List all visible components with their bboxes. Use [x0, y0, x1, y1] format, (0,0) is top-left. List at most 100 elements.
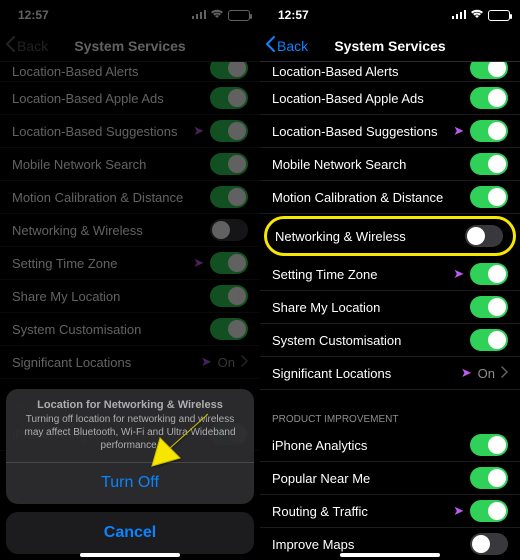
row-label: Routing & Traffic [272, 504, 453, 519]
row-routing-traffic[interactable]: Routing & Traffic ➤ [260, 495, 520, 528]
row-apple-ads[interactable]: Location-Based Apple Ads [260, 82, 520, 115]
toggle-mobile-network[interactable] [210, 153, 248, 175]
row-label: Location-Based Suggestions [12, 124, 193, 139]
highlight-annotation: Networking & Wireless [264, 216, 516, 256]
row-label: Share My Location [272, 300, 470, 315]
toggle-time-zone[interactable] [210, 252, 248, 274]
toggle-popular-near-me[interactable] [470, 467, 508, 489]
toggle-customisation[interactable] [470, 329, 508, 351]
action-sheet: Location for Networking & Wireless Turni… [6, 389, 254, 555]
row-mobile-network[interactable]: Mobile Network Search [0, 148, 260, 181]
row-label: Improve Maps [272, 537, 470, 552]
toggle-iphone-analytics[interactable] [470, 434, 508, 456]
row-label: Setting Time Zone [12, 256, 193, 271]
toggle-improve-maps[interactable] [470, 533, 508, 555]
location-arrow-icon: ➤ [453, 123, 464, 139]
battery-icon [488, 10, 510, 21]
sheet-title: Location for Networking & Wireless [6, 389, 254, 413]
row-label: Motion Calibration & Distance [272, 190, 470, 205]
wifi-icon [210, 8, 224, 22]
back-button[interactable]: Back [266, 36, 308, 55]
wifi-icon [470, 8, 484, 22]
row-label: Significant Locations [12, 355, 201, 370]
status-bar: 12:57 [0, 0, 260, 30]
row-label: Location-Based Alerts [12, 64, 210, 79]
back-label: Back [277, 38, 308, 54]
row-customisation[interactable]: System Customisation [260, 324, 520, 357]
row-label: Significant Locations [272, 366, 461, 381]
toggle-time-zone[interactable] [470, 263, 508, 285]
section-header-product-improvement: PRODUCT IMPROVEMENT [260, 414, 520, 429]
home-indicator[interactable] [340, 553, 440, 557]
home-indicator[interactable] [80, 553, 180, 557]
toggle-networking[interactable] [210, 219, 248, 241]
toggle-share-location[interactable] [210, 285, 248, 307]
row-label: Location-Based Alerts [272, 64, 470, 79]
toggle-apple-ads[interactable] [470, 87, 508, 109]
toggle-suggestions[interactable] [210, 120, 248, 142]
row-mobile-network[interactable]: Mobile Network Search [260, 148, 520, 181]
row-label: iPhone Analytics [272, 438, 470, 453]
chevron-right-icon [241, 355, 248, 370]
toggle-customisation[interactable] [210, 318, 248, 340]
row-label: Mobile Network Search [272, 157, 470, 172]
row-share-location[interactable]: Share My Location [260, 291, 520, 324]
detail-text: On [218, 355, 235, 370]
row-iphone-analytics[interactable]: iPhone Analytics [260, 429, 520, 462]
row-label: System Customisation [272, 333, 470, 348]
chevron-right-icon [501, 366, 508, 381]
row-label: Networking & Wireless [12, 223, 210, 238]
row-share-location[interactable]: Share My Location [0, 280, 260, 313]
toggle-apple-ads[interactable] [210, 87, 248, 109]
location-arrow-icon: ➤ [201, 354, 212, 370]
row-suggestions[interactable]: Location-Based Suggestions ➤ [0, 115, 260, 148]
turn-off-button[interactable]: Turn Off [6, 462, 254, 504]
chevron-left-icon [6, 36, 15, 55]
nav-bar: Back System Services [0, 30, 260, 62]
status-indicators [192, 8, 250, 22]
location-arrow-icon: ➤ [461, 365, 472, 381]
action-sheet-card: Location for Networking & Wireless Turni… [6, 389, 254, 505]
nav-bar: Back System Services [260, 30, 520, 62]
battery-icon [228, 10, 250, 21]
row-location-alerts[interactable]: Location-Based Alerts [0, 62, 260, 82]
row-suggestions[interactable]: Location-Based Suggestions ➤ [260, 115, 520, 148]
toggle-location-alerts[interactable] [470, 62, 508, 79]
row-time-zone[interactable]: Setting Time Zone ➤ [260, 258, 520, 291]
row-networking[interactable]: Networking & Wireless [267, 219, 511, 253]
row-motion-calib[interactable]: Motion Calibration & Distance [0, 181, 260, 214]
row-label: Setting Time Zone [272, 267, 453, 282]
cancel-button[interactable]: Cancel [6, 512, 254, 554]
settings-list[interactable]: Location-Based Alerts Location-Based App… [260, 62, 520, 560]
location-arrow-icon: ➤ [193, 123, 204, 139]
row-label: Popular Near Me [272, 471, 470, 486]
location-arrow-icon: ➤ [453, 503, 464, 519]
toggle-share-location[interactable] [470, 296, 508, 318]
toggle-motion-calib[interactable] [470, 186, 508, 208]
row-customisation[interactable]: System Customisation [0, 313, 260, 346]
row-label: Location-Based Apple Ads [12, 91, 210, 106]
row-sig-locations[interactable]: Significant Locations ➤ On [0, 346, 260, 379]
row-networking[interactable]: Networking & Wireless [0, 214, 260, 247]
back-button[interactable]: Back [6, 36, 48, 55]
toggle-location-alerts[interactable] [210, 62, 248, 79]
row-sig-locations[interactable]: Significant Locations ➤ On [260, 357, 520, 390]
toggle-mobile-network[interactable] [470, 153, 508, 175]
detail-text: On [478, 366, 495, 381]
row-label: Share My Location [12, 289, 210, 304]
location-arrow-icon: ➤ [193, 255, 204, 271]
row-motion-calib[interactable]: Motion Calibration & Distance [260, 181, 520, 214]
toggle-routing-traffic[interactable] [470, 500, 508, 522]
status-time: 12:57 [18, 8, 49, 22]
row-time-zone[interactable]: Setting Time Zone ➤ [0, 247, 260, 280]
page-title: System Services [74, 38, 185, 54]
toggle-suggestions[interactable] [470, 120, 508, 142]
toggle-networking[interactable] [465, 225, 503, 247]
toggle-motion-calib[interactable] [210, 186, 248, 208]
row-label: System Customisation [12, 322, 210, 337]
row-popular-near-me[interactable]: Popular Near Me [260, 462, 520, 495]
signal-icon [192, 8, 206, 22]
page-title: System Services [334, 38, 445, 54]
row-location-alerts[interactable]: Location-Based Alerts [260, 62, 520, 82]
row-apple-ads[interactable]: Location-Based Apple Ads [0, 82, 260, 115]
